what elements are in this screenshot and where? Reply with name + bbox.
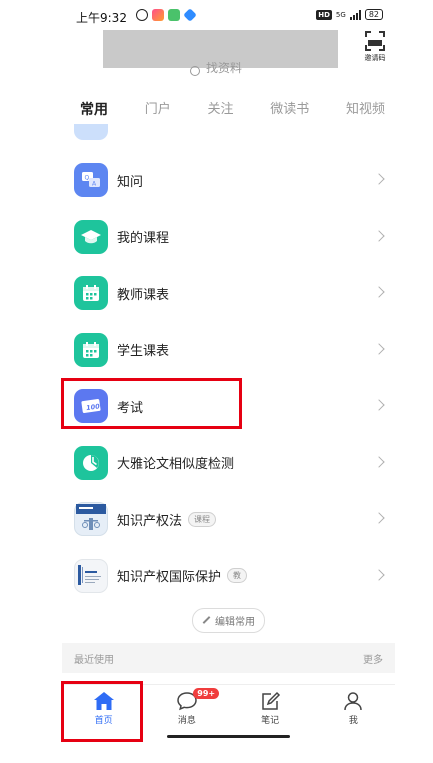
- chevron-right-icon: [373, 173, 385, 185]
- calendar-icon: [74, 276, 108, 310]
- network-label: 5G: [335, 10, 346, 19]
- search-bar[interactable]: 找资料: [190, 62, 242, 76]
- nav-messages-label: 消息: [177, 716, 196, 726]
- list-item-title: 知识产权法: [117, 513, 183, 529]
- plagiarism-check-icon: [74, 445, 108, 480]
- list-item-plagiarism-check[interactable]: 大雅论文相似度检测: [62, 435, 395, 492]
- recent-used-title: 最近使用: [74, 654, 114, 666]
- list-item-zhiwen[interactable]: QA 知问: [62, 152, 395, 209]
- nav-profile[interactable]: 我: [312, 685, 395, 729]
- list-item-ip-law[interactable]: 知识产权法 课程: [62, 491, 395, 548]
- edit-common-label: 编辑常用: [215, 616, 255, 628]
- qa-icon: QA: [74, 163, 108, 197]
- recent-used-section: 最近使用 更多: [62, 643, 395, 673]
- edit-common-button[interactable]: 编辑常用: [192, 607, 265, 633]
- app-icon: [74, 124, 108, 140]
- common-apps-list: QA 知问 我的课程 教师课表 学生课表 100 考试 大雅论文相似度检测 知识…: [62, 124, 395, 604]
- status-system-icons: HD 5G 82: [316, 9, 383, 20]
- course-tag: 教: [227, 568, 248, 584]
- app-notification-icon: [152, 9, 164, 21]
- list-item-teacher-schedule[interactable]: 教师课表: [62, 265, 395, 322]
- chevron-right-icon: [373, 568, 385, 581]
- hd-icon: HD: [316, 9, 332, 20]
- pencil-icon: [202, 616, 211, 624]
- course-tag: 课程: [188, 511, 217, 527]
- nav-notes[interactable]: 笔记: [229, 685, 312, 729]
- search-icon: [190, 66, 200, 76]
- list-item-label: 我的课程: [117, 231, 170, 247]
- message-badge: 99+: [193, 688, 220, 699]
- highlight-box-home: [61, 681, 143, 742]
- list-item-label: 知问: [117, 174, 144, 190]
- calendar-icon: [74, 332, 108, 367]
- app-notification-icon: [168, 9, 180, 21]
- list-item-title: 知识产权国际保护: [117, 570, 222, 586]
- chevron-right-icon: [373, 512, 385, 524]
- status-notification-icons: [136, 8, 197, 22]
- alarm-icon: [136, 9, 148, 21]
- edit-common-wrap: 编辑常用: [62, 606, 395, 633]
- list-item-label: 学生课表: [117, 344, 170, 360]
- chevron-right-icon: [373, 455, 385, 468]
- svg-text:Q: Q: [85, 175, 90, 182]
- invite-code-button[interactable]: 邀请码: [362, 31, 388, 63]
- signal-icon: [349, 9, 361, 20]
- chevron-right-icon: [373, 342, 385, 355]
- chevron-right-icon: [373, 286, 385, 298]
- app-notification-icon: [183, 8, 197, 22]
- battery-icon: 82: [364, 9, 383, 20]
- list-item-my-courses[interactable]: 我的课程: [62, 209, 395, 266]
- nav-notes-label: 笔记: [261, 716, 280, 726]
- recent-more-link[interactable]: 更多: [363, 651, 383, 666]
- search-placeholder: 找资料: [206, 62, 243, 75]
- list-item-label: 知识产权国际保护 教: [117, 566, 248, 586]
- status-bar: 上午9:32 HD 5G 82: [0, 0, 433, 30]
- chevron-right-icon: [373, 399, 385, 411]
- home-indicator[interactable]: [167, 735, 290, 738]
- list-item-label: 教师课表: [117, 287, 170, 303]
- wipo-thumbnail-icon: [74, 558, 108, 593]
- list-item-partial[interactable]: [62, 124, 395, 152]
- invite-code-label: 邀请码: [364, 54, 386, 62]
- note-icon: [262, 691, 281, 710]
- profile-icon: [344, 692, 363, 711]
- nav-profile-label: 我: [348, 716, 358, 726]
- list-item-ip-intl-protection[interactable]: 知识产权国际保护 教: [62, 548, 395, 605]
- status-time: 上午9:32: [76, 11, 127, 25]
- nav-messages[interactable]: 99+ 消息: [145, 685, 228, 729]
- list-item-label: 大雅论文相似度检测: [117, 457, 235, 473]
- ip-law-thumbnail-icon: [74, 502, 108, 536]
- list-item-label: 知识产权法 课程: [117, 510, 217, 529]
- list-item-student-schedule[interactable]: 学生课表: [62, 322, 395, 379]
- graduation-cap-icon: [74, 219, 108, 254]
- chevron-right-icon: [373, 229, 385, 242]
- scan-icon: [365, 31, 385, 51]
- highlight-box-exam: [61, 378, 242, 429]
